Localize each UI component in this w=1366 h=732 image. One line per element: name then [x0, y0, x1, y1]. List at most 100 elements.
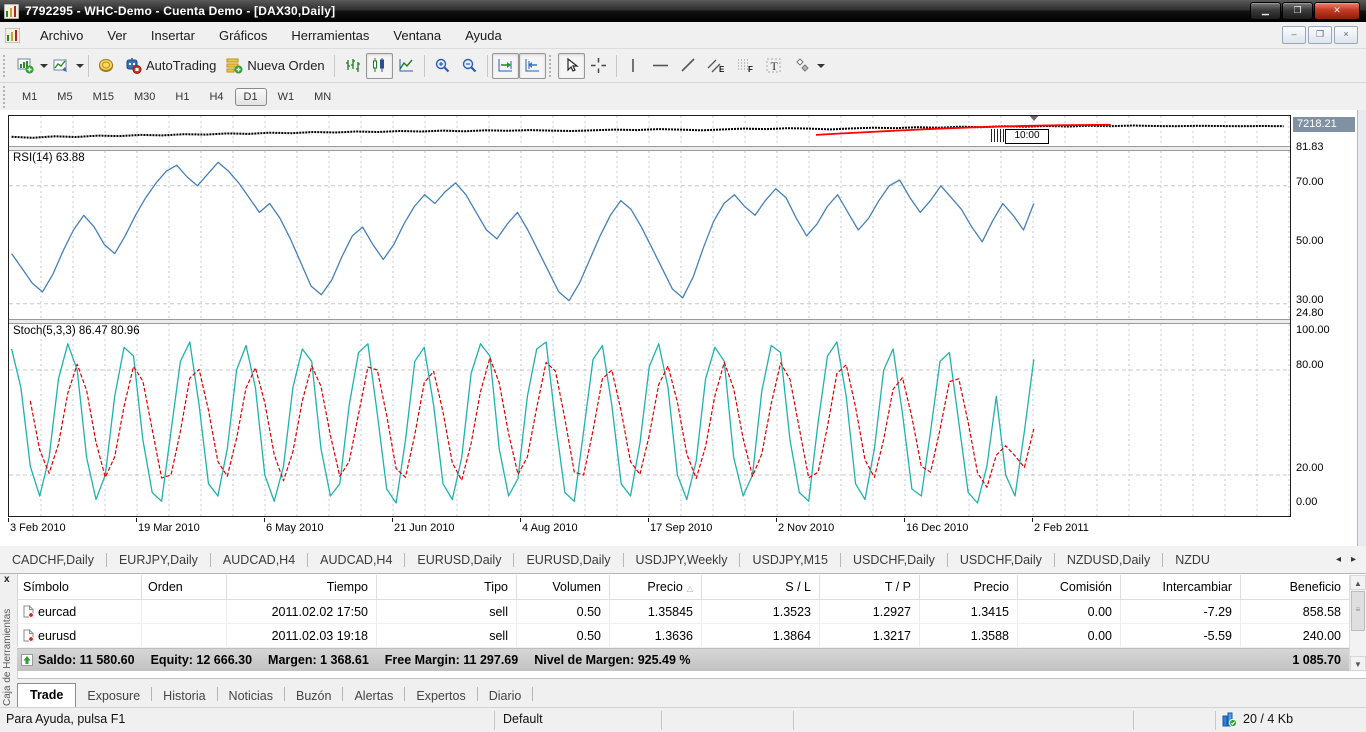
crosshair-button[interactable] [585, 53, 612, 79]
chart-restore-button[interactable]: ❐ [1308, 26, 1332, 44]
metaquotes-button[interactable] [93, 53, 120, 79]
menu-insertar[interactable]: Insertar [139, 24, 207, 47]
menu-archivo[interactable]: Archivo [28, 24, 95, 47]
menu-graficos[interactable]: Gráficos [207, 24, 279, 47]
horizontal-line-button[interactable] [646, 53, 675, 79]
stochastic-indicator-label: Stoch(5,3,3) 86.47 80.96 [13, 325, 140, 337]
col-tiempo[interactable]: Tiempo [226, 575, 376, 600]
col-orden[interactable]: Orden [141, 575, 226, 600]
timeframe-d1[interactable]: D1 [235, 88, 267, 106]
auto-scroll-button[interactable] [492, 53, 519, 79]
menu-ventana[interactable]: Ventana [381, 24, 453, 47]
chart-shift-button[interactable] [519, 53, 546, 79]
bar-chart-button[interactable] [339, 53, 366, 79]
terminal-close-icon[interactable]: x [4, 574, 10, 585]
timeframe-m5[interactable]: M5 [48, 88, 81, 106]
chart-tab-eurjpy[interactable]: EURJPY,Daily [107, 549, 210, 571]
chart-tab-audcad-1[interactable]: AUDCAD,H4 [211, 549, 307, 571]
candlestick-chart-button[interactable] [366, 53, 393, 79]
close-button[interactable]: ✕ [1314, 2, 1360, 20]
chart-plot-area[interactable]: 10:00 RSI(14) 63.88 Stoch(5,3,3) 86.47 8… [8, 115, 1291, 517]
menu-ver[interactable]: Ver [95, 24, 139, 47]
profiles-dropdown-icon[interactable] [76, 64, 84, 68]
cursor-button[interactable] [558, 53, 585, 79]
text-label-button[interactable]: T [760, 53, 789, 79]
arrows-dropdown-icon[interactable] [817, 64, 825, 68]
tabs-scroll-left-icon[interactable]: ◂ [1336, 554, 1341, 565]
fibonacci-button[interactable]: F [731, 53, 760, 79]
chart-tab-nzdusd[interactable]: NZDUSD,Daily [1055, 549, 1162, 571]
profiles-button[interactable] [48, 53, 75, 79]
col-intercambiar[interactable]: Intercambiar [1120, 575, 1240, 600]
chart-tab-usdchf-2[interactable]: USDCHF,Daily [948, 549, 1054, 571]
chart-minimize-button[interactable]: – [1282, 26, 1306, 44]
terminal-tab-expertos[interactable]: Expertos [405, 684, 476, 708]
zoom-in-icon [434, 57, 451, 74]
session-marker-label: 10:00 [1005, 129, 1049, 144]
new-order-button[interactable]: Nueva Orden [221, 53, 329, 79]
terminal-tab-historia[interactable]: Historia [152, 684, 216, 708]
chart-tab-eurusd-1[interactable]: EURUSD,Daily [405, 549, 513, 571]
order-row-eurcad[interactable]: eurcad 2011.02.02 17:50 sell 0.50 1.3584… [17, 600, 1349, 624]
chart-tab-audcad-2[interactable]: AUDCAD,H4 [308, 549, 404, 571]
chart-tab-eurusd-2[interactable]: EURUSD,Daily [514, 549, 622, 571]
timeframe-mn[interactable]: MN [305, 88, 340, 106]
line-chart-button[interactable] [393, 53, 420, 79]
col-comision[interactable]: Comisión [1017, 575, 1120, 600]
terminal-tab-noticias[interactable]: Noticias [218, 684, 284, 708]
menu-herramientas[interactable]: Herramientas [279, 24, 381, 47]
equidistant-channel-button[interactable]: E [702, 53, 731, 79]
vertical-line-button[interactable] [621, 53, 646, 79]
zoom-in-button[interactable] [429, 53, 456, 79]
terminal-tab-trade[interactable]: Trade [17, 683, 76, 709]
fibonacci-icon: F [736, 57, 755, 74]
col-precio-current[interactable]: Precio [919, 575, 1017, 600]
scroll-up-icon[interactable]: ▲ [1350, 575, 1366, 590]
scrollbar-thumb[interactable]: ≡ [1351, 591, 1365, 631]
terminal-tab-diario[interactable]: Diario [478, 684, 533, 708]
new-chart-dropdown-icon[interactable] [40, 64, 48, 68]
arrows-tool-button[interactable] [789, 53, 816, 79]
col-tp[interactable]: T / P [819, 575, 919, 600]
terminal-tab-alertas[interactable]: Alertas [343, 684, 404, 708]
date-tick: 2 Nov 2010 [776, 522, 834, 534]
scroll-down-icon[interactable]: ▼ [1350, 656, 1366, 671]
minimize-button[interactable]: ▁ [1250, 2, 1281, 20]
autotrading-button[interactable]: AutoTrading [120, 53, 221, 79]
zoom-out-button[interactable] [456, 53, 483, 79]
chart-tab-strip: CADCHF,Daily EURJPY,Daily AUDCAD,H4 AUDC… [0, 546, 1366, 574]
chart-tab-usdchf-1[interactable]: USDCHF,Daily [841, 549, 947, 571]
timeframe-w1[interactable]: W1 [269, 88, 304, 106]
linestudies-grip[interactable] [549, 55, 554, 77]
chart-close-button[interactable]: × [1334, 26, 1358, 44]
timeframe-m1[interactable]: M1 [13, 88, 46, 106]
chart-scrollbar[interactable] [1357, 110, 1366, 546]
terminal-tab-buzon[interactable]: Buzón [285, 684, 342, 708]
tabs-scroll-right-icon[interactable]: ▸ [1351, 554, 1356, 565]
status-profile[interactable]: Default [503, 712, 543, 726]
chart-tab-usdjpy-weekly[interactable]: USDJPY,Weekly [624, 549, 740, 571]
restore-button[interactable]: ❐ [1282, 2, 1313, 20]
timeframe-h1[interactable]: H1 [166, 88, 198, 106]
col-volumen[interactable]: Volumen [516, 575, 609, 600]
timeframe-m30[interactable]: M30 [125, 88, 164, 106]
col-beneficio[interactable]: Beneficio [1240, 575, 1349, 600]
col-tipo[interactable]: Tipo [376, 575, 516, 600]
chart-tab-overflow[interactable]: NZDU [1163, 549, 1222, 571]
chart-tab-usdjpy-m15[interactable]: USDJPY,M15 [740, 549, 840, 571]
menu-ayuda[interactable]: Ayuda [453, 24, 514, 47]
col-sl[interactable]: S / L [701, 575, 819, 600]
chart-tab-cadchf[interactable]: CADCHF,Daily [0, 549, 106, 571]
status-traffic: 20 / 4 Kb [1243, 712, 1293, 726]
trendline-button[interactable] [675, 53, 702, 79]
new-chart-button[interactable] [12, 53, 39, 79]
timeframe-grip[interactable] [3, 86, 8, 108]
timeframe-h4[interactable]: H4 [200, 88, 232, 106]
terminal-scrollbar[interactable]: ▲ ≡ ▼ [1349, 575, 1366, 671]
col-simbolo[interactable]: Símbolo [17, 575, 141, 600]
terminal-tab-exposure[interactable]: Exposure [76, 684, 151, 708]
order-row-eurusd[interactable]: eurusd 2011.02.03 19:18 sell 0.50 1.3636… [17, 624, 1349, 648]
col-precio-open[interactable]: Precio△ [609, 575, 701, 600]
timeframe-m15[interactable]: M15 [84, 88, 123, 106]
toolbar-grip[interactable] [3, 55, 8, 77]
